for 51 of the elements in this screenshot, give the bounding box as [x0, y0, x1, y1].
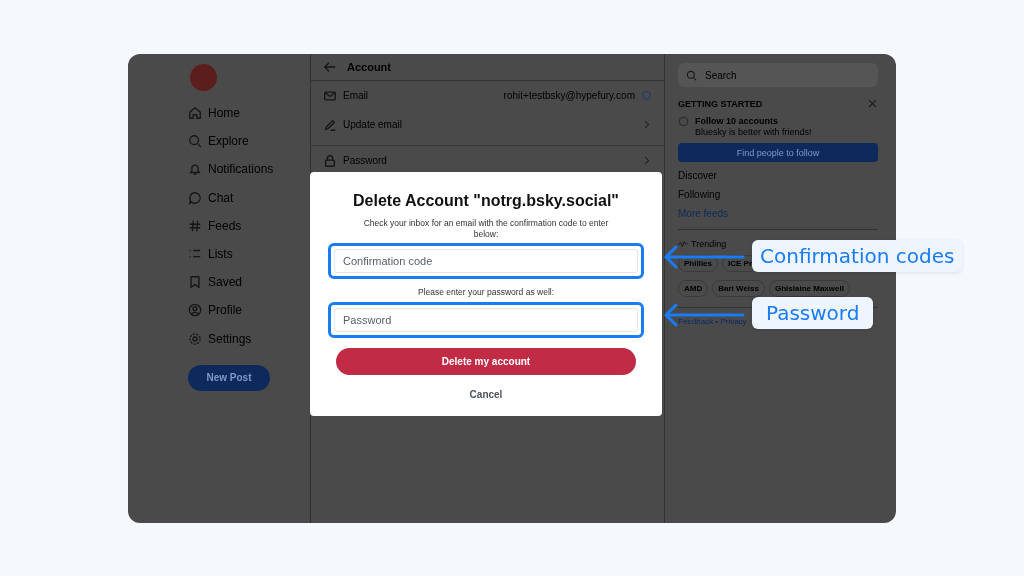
find-people-button[interactable]: Find people to follow — [678, 143, 878, 162]
nav-item[interactable]: Settings — [188, 324, 310, 353]
profile-icon — [188, 303, 202, 318]
lock-icon — [323, 153, 337, 168]
arrow-icon — [663, 303, 745, 327]
field-label: Please enter your password as well: — [416, 287, 556, 298]
nav-item[interactable]: Chat — [188, 183, 310, 212]
home-icon — [188, 106, 202, 121]
settings-row[interactable]: Update email — [311, 110, 664, 139]
feed-link[interactable]: Following — [678, 189, 721, 200]
search-icon — [188, 134, 202, 149]
delete-account-button[interactable]: Delete my account — [336, 347, 636, 375]
gear-icon — [188, 331, 202, 346]
settings-row[interactable]: Email rohit+testbsky@hypefury.com — [311, 81, 664, 110]
annotation-tooltip: Confirmation codes — [752, 240, 963, 272]
search-field[interactable]: Search — [678, 63, 878, 87]
dialog-instructions: Check your inbox for an email with the confirmation code to enter below: — [362, 218, 610, 240]
chat-icon — [188, 190, 202, 205]
settings-row[interactable]: Password — [311, 146, 664, 175]
nav-item[interactable]: Notifications — [188, 155, 310, 184]
bell-icon — [188, 162, 202, 177]
email-icon — [323, 88, 337, 103]
nav-item[interactable]: Lists — [188, 239, 310, 269]
cancel-button[interactable]: Cancel — [463, 386, 509, 402]
nav-item[interactable]: Explore — [188, 127, 310, 156]
feed-link[interactable]: Discover — [678, 170, 717, 181]
shield-icon — [641, 90, 652, 101]
input-field[interactable]: Confirmation code — [334, 249, 638, 274]
edit-icon — [323, 117, 337, 132]
nav-item[interactable]: Feeds — [188, 211, 310, 240]
avatar[interactable] — [190, 64, 217, 91]
feeds-link[interactable]: More feeds — [678, 208, 729, 219]
nav-item[interactable]: Profile — [188, 296, 310, 325]
nav-item[interactable]: Saved — [188, 268, 310, 297]
task-title: Follow 10 accounts — [695, 116, 780, 126]
new-post-button[interactable]: New Post — [188, 364, 270, 391]
input-field[interactable]: Password — [334, 307, 638, 332]
nav-item[interactable]: Home — [188, 99, 310, 128]
close-icon[interactable] — [867, 98, 878, 109]
annotation-tooltip: Password — [752, 297, 874, 329]
dialog-title: Delete Account "notrg.bsky.social" — [353, 192, 619, 210]
back-arrow-icon[interactable] — [323, 60, 337, 74]
task-subtitle: Bluesky is better with friends! — [695, 127, 812, 137]
progress-ring-icon — [678, 116, 689, 127]
page-title: Account — [347, 61, 391, 73]
hash-icon — [188, 218, 202, 233]
bookmark-icon — [188, 275, 202, 290]
search-icon — [686, 69, 697, 81]
section-heading: Trending — [691, 239, 727, 249]
section-heading: GETTING STARTED — [678, 98, 763, 109]
trend-icon — [678, 239, 688, 249]
